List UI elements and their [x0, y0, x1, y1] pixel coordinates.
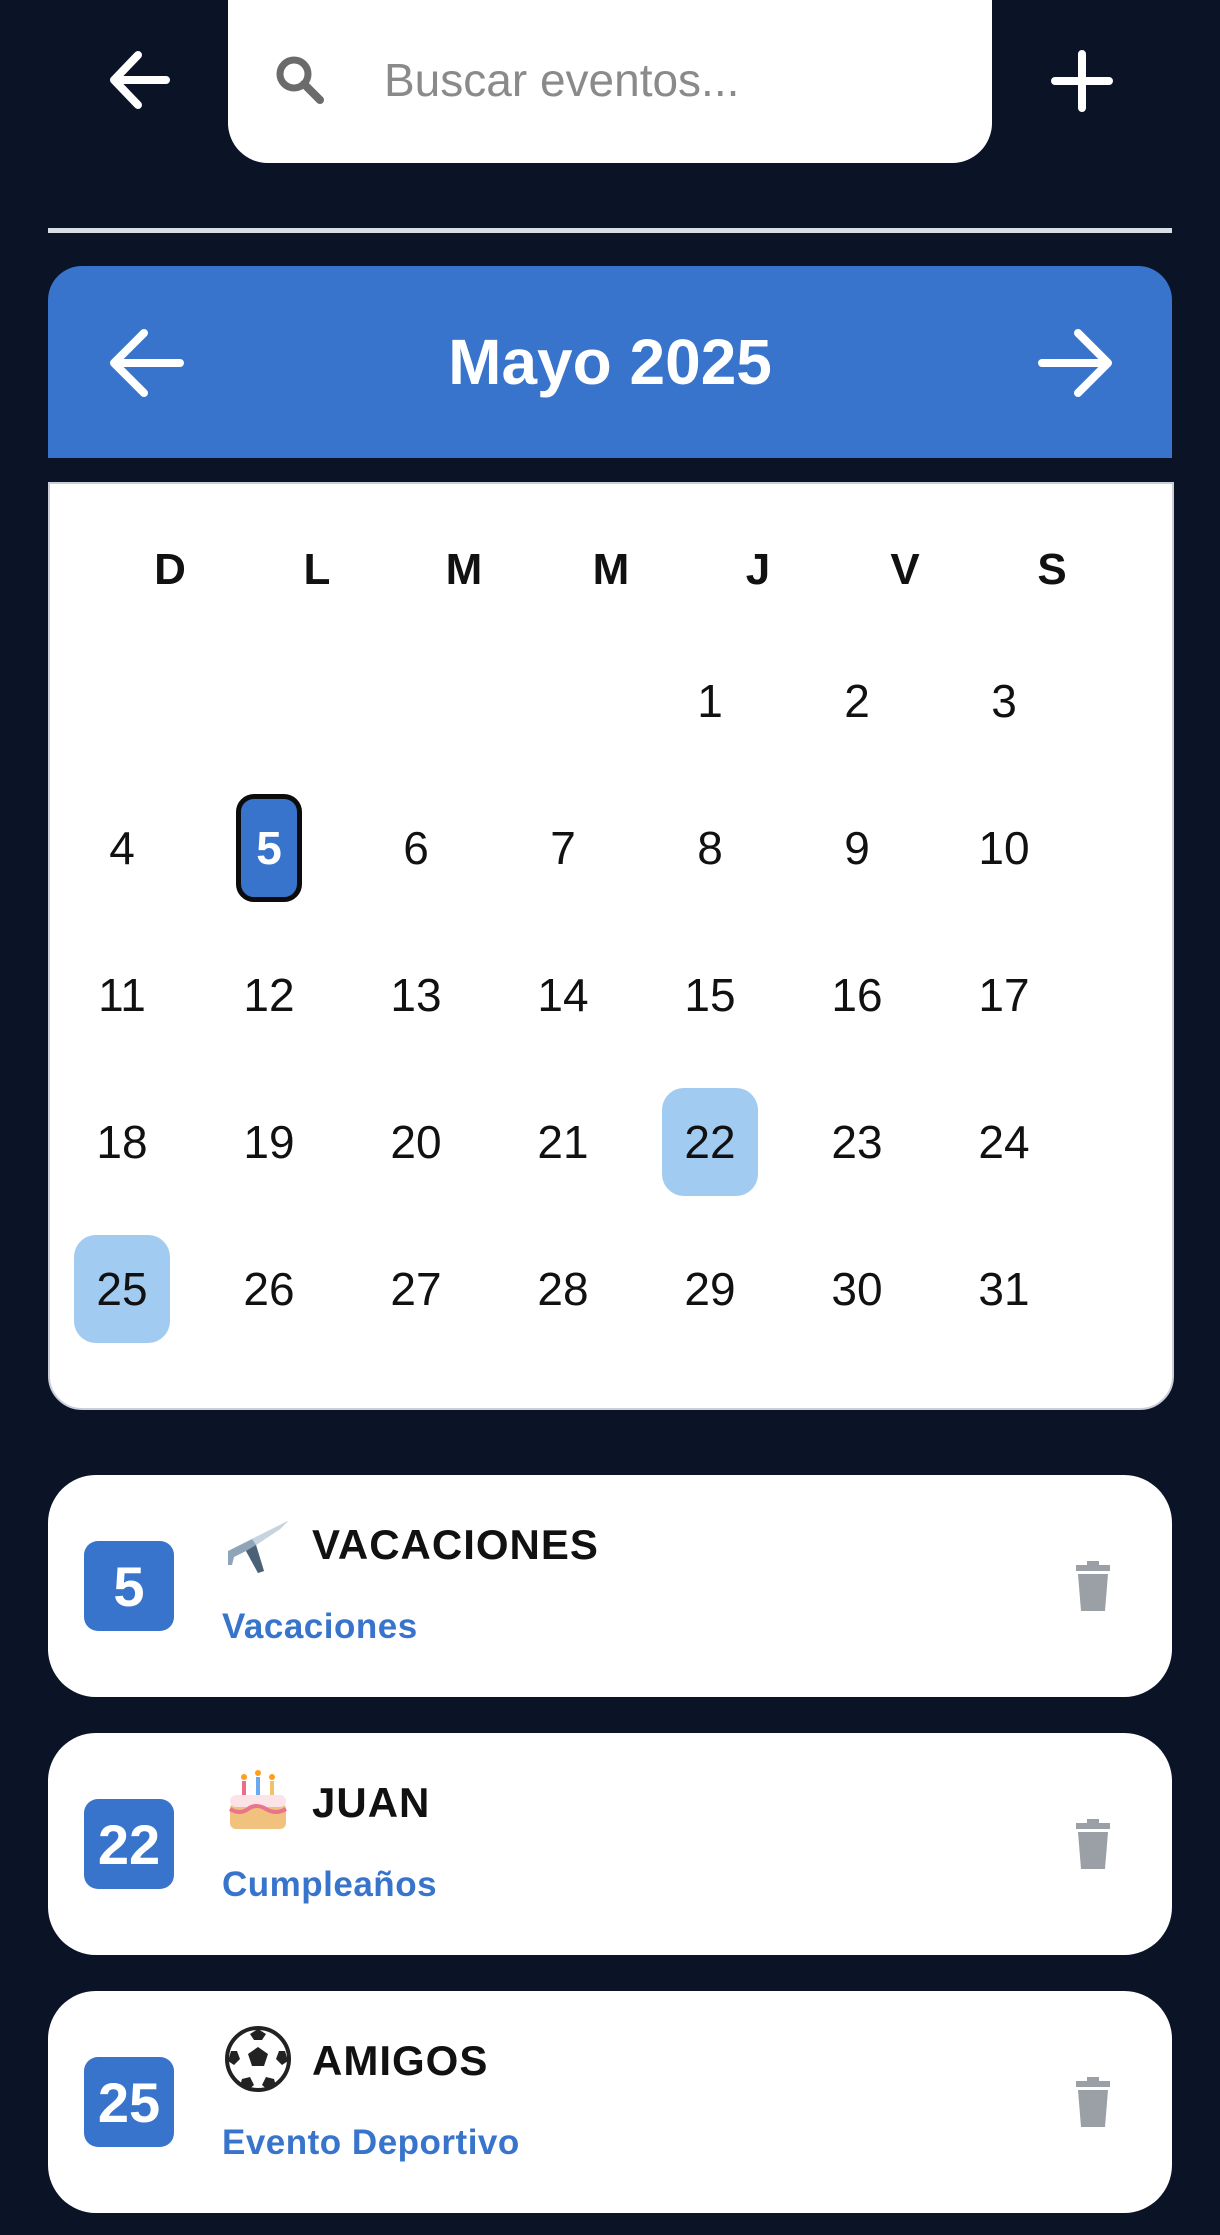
- calendar-day[interactable]: 27: [368, 1235, 464, 1343]
- calendar-day[interactable]: 26: [221, 1235, 317, 1343]
- calendar-day[interactable]: 16: [809, 941, 905, 1049]
- calendar-day-with-event[interactable]: 25: [74, 1235, 170, 1343]
- calendar-day[interactable]: 21: [515, 1088, 611, 1196]
- weekday-label: M: [592, 545, 630, 594]
- calendar-day[interactable]: 23: [809, 1088, 905, 1196]
- event-card[interactable]: 22 JUAN Cumpleaños: [48, 1733, 1172, 1955]
- calendar-day[interactable]: 12: [221, 941, 317, 1049]
- calendar-day[interactable]: 7: [515, 794, 611, 902]
- event-card[interactable]: 25 AMIGOS Evento Deportivo: [48, 1991, 1172, 2213]
- calendar-day[interactable]: 9: [809, 794, 905, 902]
- event-title: VACACIONES: [312, 1521, 599, 1568]
- event-day-badge: 22: [84, 1799, 174, 1889]
- weekday-label: L: [303, 545, 331, 594]
- calendar-day[interactable]: 2: [809, 647, 905, 755]
- event-title: JUAN: [312, 1779, 431, 1826]
- calendar-day[interactable]: 19: [221, 1088, 317, 1196]
- calendar-day[interactable]: 31: [956, 1235, 1052, 1343]
- top-bar: [0, 0, 1220, 165]
- calendar-day[interactable]: 28: [515, 1235, 611, 1343]
- calendar-day[interactable]: 18: [74, 1088, 170, 1196]
- calendar-day[interactable]: 15: [662, 941, 758, 1049]
- event-title: AMIGOS: [312, 2037, 489, 2084]
- event-day-badge: 5: [84, 1541, 174, 1631]
- weekday-label: M: [445, 545, 483, 594]
- calendar-day[interactable]: 1: [662, 647, 758, 755]
- event-category: Cumpleaños: [222, 1865, 438, 1904]
- event-card[interactable]: 5 VACACIONES Vacaciones: [48, 1475, 1172, 1697]
- next-month-button[interactable]: [1034, 320, 1120, 406]
- weekday-label: J: [745, 545, 771, 594]
- trash-icon[interactable]: [1072, 2077, 1114, 2127]
- calendar-day[interactable]: 13: [368, 941, 464, 1049]
- calendar-day[interactable]: 29: [662, 1235, 758, 1343]
- divider: [48, 228, 1172, 233]
- calendar-day[interactable]: 17: [956, 941, 1052, 1049]
- arrow-right-icon: [1038, 329, 1112, 397]
- soccer-ball-icon: [220, 2021, 296, 2097]
- weekday-label: D: [154, 545, 186, 594]
- calendar-day[interactable]: 6: [368, 794, 464, 902]
- calendar-day-with-event[interactable]: 22: [662, 1088, 758, 1196]
- calendar-grid: D L M M J V S 1 2 3 4 5 6 7 8 9 10 11 12 13 14 15 16 17 1…: [48, 482, 1174, 1410]
- back-button[interactable]: [98, 42, 180, 118]
- trash-icon[interactable]: [1072, 1561, 1114, 1611]
- add-event-button[interactable]: [1040, 40, 1124, 122]
- month-title: Mayo 2025: [448, 326, 772, 398]
- calendar-day-selected[interactable]: 5: [236, 794, 302, 902]
- weekday-label: V: [890, 545, 920, 594]
- arrow-left-icon: [110, 51, 170, 109]
- calendar-day[interactable]: 4: [74, 794, 170, 902]
- plus-icon: [1051, 50, 1113, 112]
- calendar-day[interactable]: 20: [368, 1088, 464, 1196]
- calendar-day[interactable]: 8: [662, 794, 758, 902]
- calendar-day[interactable]: 10: [956, 794, 1052, 902]
- event-category: Vacaciones: [222, 1607, 418, 1646]
- weekday-label: S: [1037, 545, 1067, 594]
- birthday-cake-icon: [220, 1763, 296, 1839]
- calendar-day[interactable]: 14: [515, 941, 611, 1049]
- calendar-day[interactable]: 11: [74, 941, 170, 1049]
- search-icon: [276, 56, 324, 104]
- calendar-day[interactable]: 3: [956, 647, 1052, 755]
- calendar-day[interactable]: 24: [956, 1088, 1052, 1196]
- airplane-icon: [220, 1505, 296, 1581]
- event-day-badge: 25: [84, 2057, 174, 2147]
- event-category: Evento Deportivo: [222, 2123, 520, 2162]
- calendar-header: Mayo 2025: [48, 266, 1172, 458]
- search-bar: [228, 0, 992, 163]
- search-input[interactable]: [384, 40, 944, 120]
- calendar-day[interactable]: 30: [809, 1235, 905, 1343]
- trash-icon[interactable]: [1072, 1819, 1114, 1869]
